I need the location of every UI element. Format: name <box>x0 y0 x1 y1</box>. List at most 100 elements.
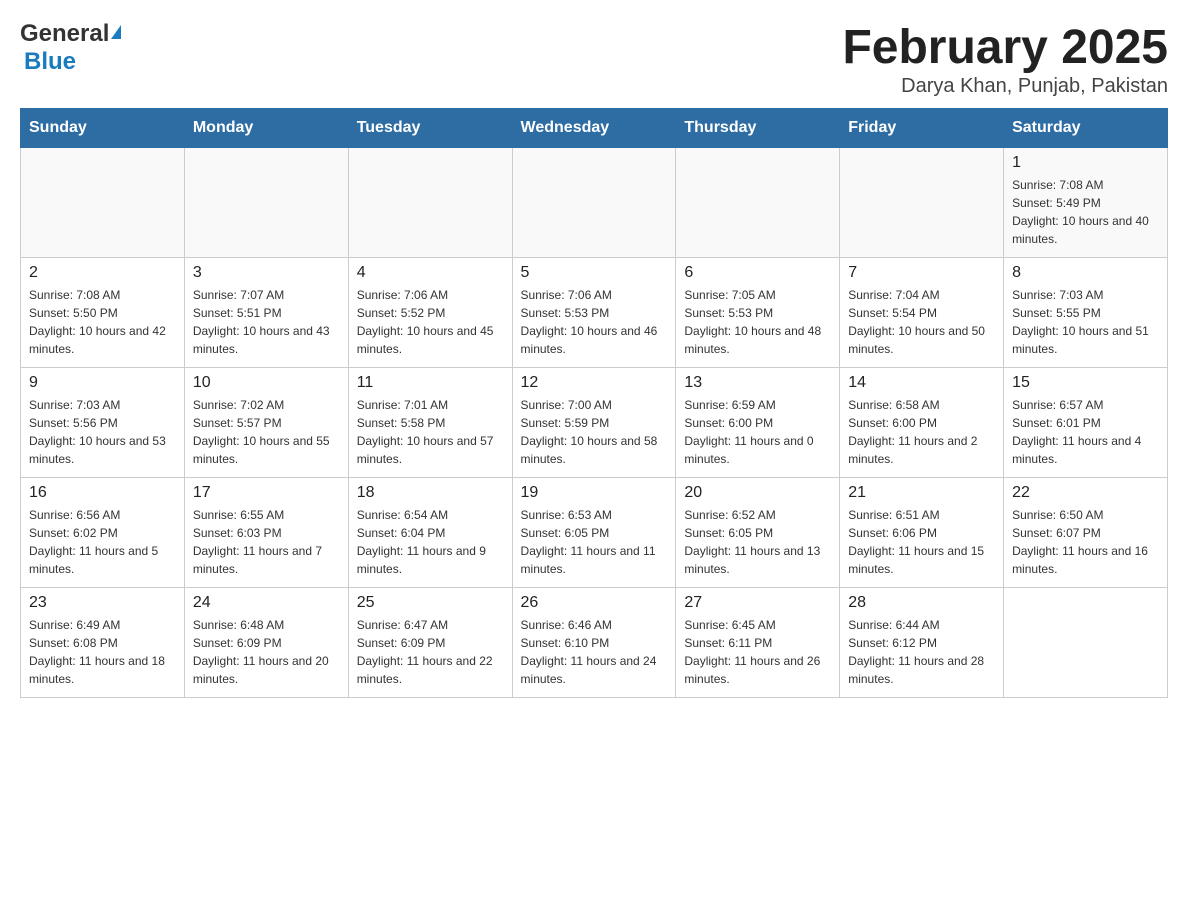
calendar-cell: 6 Sunrise: 7:05 AMSunset: 5:53 PMDaylight… <box>676 258 840 368</box>
day-number: 16 <box>29 484 176 502</box>
calendar-cell: 4Sunrise: 7:06 AMSunset: 5:52 PMDaylight… <box>348 258 512 368</box>
day-number: 15 <box>1012 374 1159 392</box>
calendar-cell: 3 Sunrise: 7:07 AMSunset: 5:51 PMDaylight… <box>184 258 348 368</box>
day-info: Sunrise: 6:49 AMSunset: 6:08 PMDaylight:… <box>29 616 176 688</box>
day-number: 26 <box>521 594 668 612</box>
day-number: 3 <box>193 264 340 282</box>
calendar-cell: 18Sunrise: 6:54 AMSunset: 6:04 PMDayligh… <box>348 478 512 588</box>
weekday-header-sunday: Sunday <box>21 109 185 148</box>
day-number: 20 <box>684 484 831 502</box>
calendar-cell: 12 Sunrise: 7:00 AMSunset: 5:59 PMDayligh… <box>512 368 676 478</box>
day-number: 22 <box>1012 484 1159 502</box>
calendar-cell: 11Sunrise: 7:01 AMSunset: 5:58 PMDayligh… <box>348 368 512 478</box>
calendar-cell: 22 Sunrise: 6:50 AMSunset: 6:07 PMDayligh… <box>1004 478 1168 588</box>
day-info: Sunrise: 7:06 AMSunset: 5:52 PMDaylight:… <box>357 286 504 358</box>
calendar-cell: 9 Sunrise: 7:03 AMSunset: 5:56 PMDaylight… <box>21 368 185 478</box>
day-info: Sunrise: 6:46 AMSunset: 6:10 PMDaylight:… <box>521 616 668 688</box>
calendar-cell <box>21 148 185 258</box>
calendar-cell: 26 Sunrise: 6:46 AMSunset: 6:10 PMDayligh… <box>512 588 676 698</box>
day-number: 5 <box>521 264 668 282</box>
day-number: 9 <box>29 374 176 392</box>
calendar-cell: 19 Sunrise: 6:53 AMSunset: 6:05 PMDayligh… <box>512 478 676 588</box>
calendar-cell <box>1004 588 1168 698</box>
weekday-header-tuesday: Tuesday <box>348 109 512 148</box>
logo: General Blue <box>20 20 121 76</box>
week-row-2: 2 Sunrise: 7:08 AMSunset: 5:50 PMDaylight… <box>21 258 1168 368</box>
day-number: 18 <box>357 484 504 502</box>
day-info: Sunrise: 6:52 AMSunset: 6:05 PMDaylight:… <box>684 506 831 578</box>
calendar-cell <box>512 148 676 258</box>
day-number: 6 <box>684 264 831 282</box>
day-info: Sunrise: 6:51 AMSunset: 6:06 PMDaylight:… <box>848 506 995 578</box>
day-info: Sunrise: 6:57 AMSunset: 6:01 PMDaylight:… <box>1012 396 1159 468</box>
day-info: Sunrise: 6:55 AMSunset: 6:03 PMDaylight:… <box>193 506 340 578</box>
day-number: 10 <box>193 374 340 392</box>
calendar-cell: 21 Sunrise: 6:51 AMSunset: 6:06 PMDayligh… <box>840 478 1004 588</box>
calendar-cell <box>348 148 512 258</box>
day-number: 8 <box>1012 264 1159 282</box>
calendar-cell: 10 Sunrise: 7:02 AMSunset: 5:57 PMDayligh… <box>184 368 348 478</box>
weekday-header-saturday: Saturday <box>1004 109 1168 148</box>
calendar-cell: 27Sunrise: 6:45 AMSunset: 6:11 PMDayligh… <box>676 588 840 698</box>
day-info: Sunrise: 7:05 AMSunset: 5:53 PMDaylight:… <box>684 286 831 358</box>
day-info: Sunrise: 6:53 AMSunset: 6:05 PMDaylight:… <box>521 506 668 578</box>
day-number: 24 <box>193 594 340 612</box>
weekday-header-friday: Friday <box>840 109 1004 148</box>
calendar-cell: 5 Sunrise: 7:06 AMSunset: 5:53 PMDaylight… <box>512 258 676 368</box>
day-number: 2 <box>29 264 176 282</box>
day-number: 12 <box>521 374 668 392</box>
day-number: 28 <box>848 594 995 612</box>
calendar-cell: 28 Sunrise: 6:44 AMSunset: 6:12 PMDayligh… <box>840 588 1004 698</box>
day-info: Sunrise: 6:50 AMSunset: 6:07 PMDaylight:… <box>1012 506 1159 578</box>
calendar-cell <box>184 148 348 258</box>
day-info: Sunrise: 7:03 AMSunset: 5:56 PMDaylight:… <box>29 396 176 468</box>
day-info: Sunrise: 6:58 AMSunset: 6:00 PMDaylight:… <box>848 396 995 468</box>
day-info: Sunrise: 7:06 AMSunset: 5:53 PMDaylight:… <box>521 286 668 358</box>
calendar-table: SundayMondayTuesdayWednesdayThursdayFrid… <box>20 108 1168 698</box>
day-number: 19 <box>521 484 668 502</box>
day-number: 1 <box>1012 154 1159 172</box>
logo-general-text: General <box>20 20 109 48</box>
logo-blue-text: Blue <box>24 48 76 76</box>
calendar-cell <box>676 148 840 258</box>
day-info: Sunrise: 7:08 AMSunset: 5:49 PMDaylight:… <box>1012 176 1159 248</box>
day-number: 13 <box>684 374 831 392</box>
calendar-cell: 17 Sunrise: 6:55 AMSunset: 6:03 PMDayligh… <box>184 478 348 588</box>
calendar-cell: 1 Sunrise: 7:08 AMSunset: 5:49 PMDaylight… <box>1004 148 1168 258</box>
calendar-title: February 2025 <box>842 20 1168 75</box>
day-info: Sunrise: 7:07 AMSunset: 5:51 PMDaylight:… <box>193 286 340 358</box>
calendar-cell: 8Sunrise: 7:03 AMSunset: 5:55 PMDaylight… <box>1004 258 1168 368</box>
day-info: Sunrise: 7:00 AMSunset: 5:59 PMDaylight:… <box>521 396 668 468</box>
day-number: 11 <box>357 374 504 392</box>
calendar-cell: 15 Sunrise: 6:57 AMSunset: 6:01 PMDayligh… <box>1004 368 1168 478</box>
calendar-cell: 16 Sunrise: 6:56 AMSunset: 6:02 PMDayligh… <box>21 478 185 588</box>
day-info: Sunrise: 7:08 AMSunset: 5:50 PMDaylight:… <box>29 286 176 358</box>
day-info: Sunrise: 6:48 AMSunset: 6:09 PMDaylight:… <box>193 616 340 688</box>
day-number: 25 <box>357 594 504 612</box>
week-row-5: 23Sunrise: 6:49 AMSunset: 6:08 PMDayligh… <box>21 588 1168 698</box>
day-info: Sunrise: 6:56 AMSunset: 6:02 PMDaylight:… <box>29 506 176 578</box>
logo-triangle-icon <box>111 25 121 39</box>
day-number: 21 <box>848 484 995 502</box>
page-header: General Blue February 2025 Darya Khan, P… <box>20 20 1168 98</box>
calendar-cell: 24 Sunrise: 6:48 AMSunset: 6:09 PMDayligh… <box>184 588 348 698</box>
title-block: February 2025 Darya Khan, Punjab, Pakist… <box>842 20 1168 98</box>
day-info: Sunrise: 7:02 AMSunset: 5:57 PMDaylight:… <box>193 396 340 468</box>
calendar-cell: 14 Sunrise: 6:58 AMSunset: 6:00 PMDayligh… <box>840 368 1004 478</box>
day-info: Sunrise: 6:44 AMSunset: 6:12 PMDaylight:… <box>848 616 995 688</box>
calendar-cell: 7 Sunrise: 7:04 AMSunset: 5:54 PMDaylight… <box>840 258 1004 368</box>
calendar-subtitle: Darya Khan, Punjab, Pakistan <box>842 75 1168 98</box>
weekday-header-wednesday: Wednesday <box>512 109 676 148</box>
day-info: Sunrise: 6:45 AMSunset: 6:11 PMDaylight:… <box>684 616 831 688</box>
day-number: 17 <box>193 484 340 502</box>
week-row-1: 1 Sunrise: 7:08 AMSunset: 5:49 PMDaylight… <box>21 148 1168 258</box>
calendar-cell: 23Sunrise: 6:49 AMSunset: 6:08 PMDayligh… <box>21 588 185 698</box>
weekday-header-row: SundayMondayTuesdayWednesdayThursdayFrid… <box>21 109 1168 148</box>
day-number: 7 <box>848 264 995 282</box>
day-number: 14 <box>848 374 995 392</box>
day-info: Sunrise: 7:04 AMSunset: 5:54 PMDaylight:… <box>848 286 995 358</box>
weekday-header-monday: Monday <box>184 109 348 148</box>
day-info: Sunrise: 6:47 AMSunset: 6:09 PMDaylight:… <box>357 616 504 688</box>
calendar-cell: 13Sunrise: 6:59 AMSunset: 6:00 PMDayligh… <box>676 368 840 478</box>
calendar-cell: 25 Sunrise: 6:47 AMSunset: 6:09 PMDayligh… <box>348 588 512 698</box>
